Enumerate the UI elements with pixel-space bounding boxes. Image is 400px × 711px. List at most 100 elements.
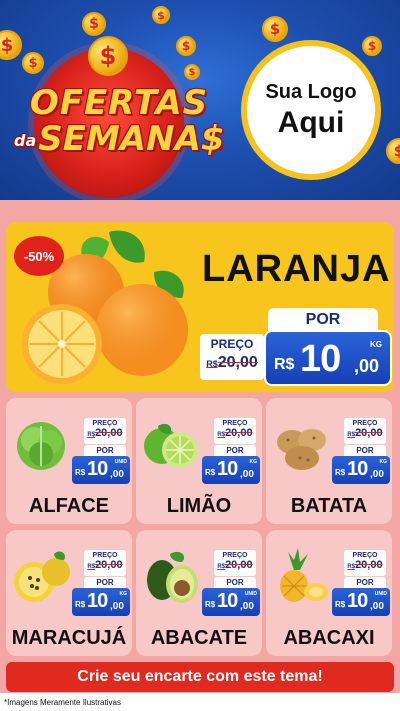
old-value: 20,00 bbox=[225, 559, 253, 571]
price-unit: UNID bbox=[374, 591, 387, 597]
price-tag: R$ 10,00 KG bbox=[202, 456, 260, 484]
featured-price-tag: R$ 10 ,00 KG bbox=[264, 330, 392, 386]
price-integer: 10 bbox=[217, 458, 238, 480]
old-currency: R$ bbox=[87, 432, 96, 438]
featured-was-price: PREÇO R$20,00 bbox=[200, 334, 264, 380]
price-integer: 10 bbox=[87, 458, 108, 480]
lime-icon bbox=[144, 423, 198, 468]
old-value: 20,00 bbox=[355, 559, 383, 571]
was-label: PREÇO bbox=[222, 552, 248, 559]
product-card: PREÇO R$20,00 POR R$ 10,00 KG BATATA bbox=[266, 398, 392, 524]
was-label: PREÇO bbox=[92, 420, 118, 427]
was-label: PREÇO bbox=[222, 420, 248, 427]
old-value: 20,00 bbox=[217, 354, 258, 371]
title-da: da bbox=[14, 130, 37, 150]
offer-title: OFERTAS daSEMANA$ bbox=[14, 83, 225, 159]
product-name: BATATA bbox=[290, 495, 368, 517]
price-tag: R$ 10,00 UNID bbox=[332, 588, 390, 616]
coin-icon: $ bbox=[152, 6, 170, 24]
cta-banner[interactable]: Crie seu encarte com este tema! bbox=[6, 662, 394, 692]
price-currency: R$ bbox=[274, 356, 295, 373]
old-currency: R$ bbox=[87, 564, 96, 570]
old-price: R$20,00 bbox=[214, 559, 256, 571]
old-value: 20,00 bbox=[355, 427, 383, 439]
coin-icon: $ bbox=[184, 64, 200, 80]
old-price: R$20,00 bbox=[344, 427, 386, 439]
old-price: R$20,00 bbox=[84, 427, 126, 439]
was-price: PREÇO R$20,00 bbox=[344, 418, 386, 444]
old-currency: R$ bbox=[347, 564, 356, 570]
coin-icon: $ bbox=[22, 52, 44, 74]
price-unit: KG bbox=[249, 459, 258, 465]
price-tag: R$ 10,00 KG bbox=[72, 588, 130, 616]
old-currency: R$ bbox=[206, 359, 218, 369]
price-unit: KG bbox=[379, 459, 388, 465]
price-decimal: ,00 bbox=[110, 469, 124, 480]
price-currency: R$ bbox=[335, 600, 346, 609]
price-integer: 10 bbox=[87, 590, 108, 612]
product-card: PREÇO R$20,00 POR R$ 10,00 KG MARACUJÁ bbox=[6, 530, 132, 656]
price-integer: 10 bbox=[347, 458, 368, 480]
old-value: 20,00 bbox=[225, 427, 253, 439]
coin-icon: $ bbox=[386, 138, 400, 164]
coin-icon: $ bbox=[176, 36, 196, 56]
price-decimal: ,00 bbox=[110, 601, 124, 612]
price-tag: R$ 10,00 UNID bbox=[72, 456, 130, 484]
old-price: R$20,00 bbox=[344, 559, 386, 571]
was-label: PREÇO bbox=[352, 552, 378, 559]
price-currency: R$ bbox=[205, 468, 216, 477]
price-unit: KG bbox=[370, 340, 382, 349]
price-currency: R$ bbox=[75, 600, 86, 609]
avocado-icon bbox=[147, 551, 198, 603]
price-unit: UNID bbox=[244, 591, 257, 597]
price-tag: R$ 10,00 UNID bbox=[202, 588, 260, 616]
price-currency: R$ bbox=[335, 468, 346, 477]
old-value: 20,00 bbox=[95, 559, 123, 571]
product-name: ABACAXI bbox=[283, 627, 375, 649]
por-label: POR bbox=[268, 308, 378, 332]
price-decimal: ,00 bbox=[240, 601, 254, 612]
price-currency: R$ bbox=[75, 468, 86, 477]
price-unit: KG bbox=[119, 591, 128, 597]
price-decimal: ,00 bbox=[370, 601, 384, 612]
logo-placeholder: Sua Logo Aqui bbox=[241, 40, 381, 180]
price-tag: R$ 10,00 KG bbox=[332, 456, 390, 484]
old-currency: R$ bbox=[217, 432, 226, 438]
old-value: 20,00 bbox=[95, 427, 123, 439]
coin-icon: $ bbox=[88, 36, 128, 76]
old-price: R$20,00 bbox=[84, 559, 126, 571]
product-name: MARACUJÁ bbox=[11, 627, 127, 649]
old-currency: R$ bbox=[347, 432, 356, 438]
passion-fruit-icon bbox=[14, 551, 70, 602]
was-label: PREÇO bbox=[352, 420, 378, 427]
pineapple-icon bbox=[280, 548, 328, 602]
product-card: PREÇO R$20,00 POR R$ 10,00 KG LIMÃO bbox=[136, 398, 262, 524]
product-card: PREÇO R$20,00 POR R$ 10,00 UNID ALFACE bbox=[6, 398, 132, 524]
was-label: PREÇO bbox=[92, 552, 118, 559]
title-line-1: OFERTAS bbox=[29, 83, 209, 123]
old-currency: R$ bbox=[217, 564, 226, 570]
product-name: ABACATE bbox=[150, 627, 248, 649]
product-name: ALFACE bbox=[29, 495, 109, 517]
header-banner: $ $ $ $ $ $ $ $ $ $ OFERTAS daSEMANA$ Su… bbox=[0, 0, 400, 200]
was-label: PREÇO bbox=[210, 337, 254, 351]
coin-icon: $ bbox=[362, 36, 382, 56]
was-price: PREÇO R$20,00 bbox=[84, 550, 126, 576]
product-card: PREÇO R$20,00 POR R$ 10,00 UNID ABACATE bbox=[136, 530, 262, 656]
product-name: LIMÃO bbox=[166, 495, 232, 517]
price-integer: 10 bbox=[347, 590, 368, 612]
price-decimal: ,00 bbox=[370, 469, 384, 480]
disclaimer-text: *Imagens Meramente Ilustrativas bbox=[4, 698, 121, 707]
old-price: R$20,00 bbox=[200, 354, 264, 372]
title-semana: SEMANA$ bbox=[38, 119, 225, 159]
was-price: PREÇO R$20,00 bbox=[84, 418, 126, 444]
lettuce-icon bbox=[17, 422, 65, 470]
was-price: PREÇO R$20,00 bbox=[214, 418, 256, 444]
coin-icon: $ bbox=[262, 16, 288, 42]
old-price: R$20,00 bbox=[214, 427, 256, 439]
was-price: PREÇO R$20,00 bbox=[344, 550, 386, 576]
logo-text-2: Aqui bbox=[277, 105, 345, 139]
potato-icon bbox=[277, 429, 326, 470]
price-decimal: ,00 bbox=[240, 469, 254, 480]
logo-text-1: Sua Logo bbox=[265, 80, 357, 103]
